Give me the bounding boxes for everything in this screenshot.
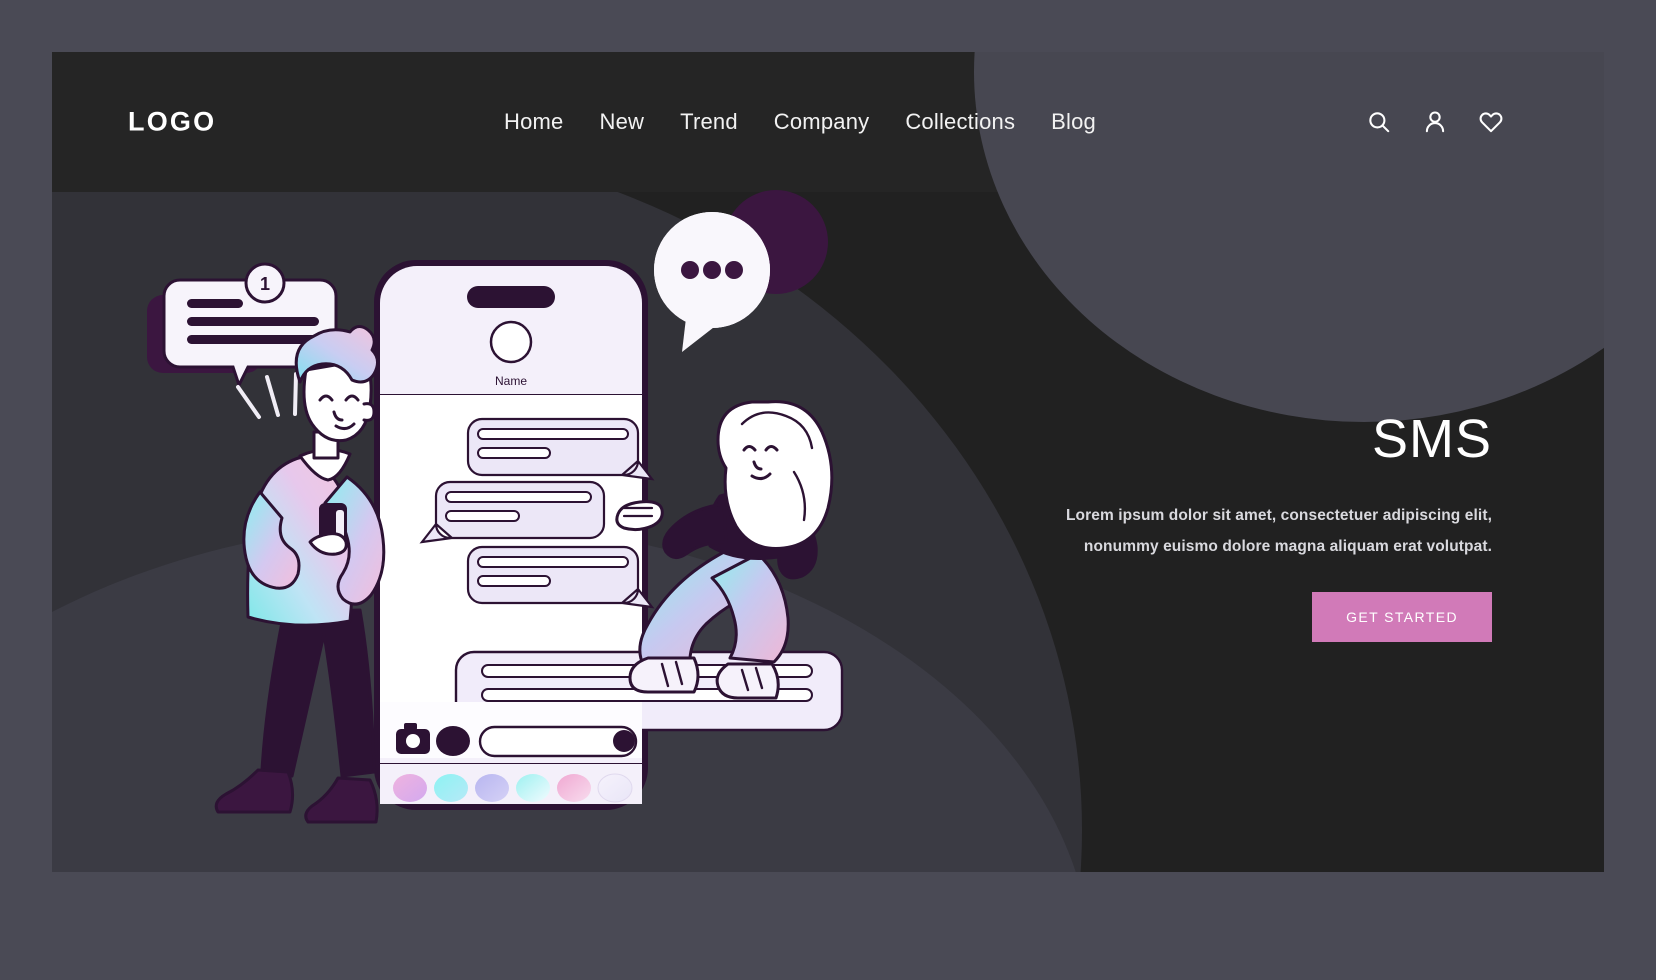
get-started-button[interactable]: GET STARTED xyxy=(1312,592,1492,642)
contact-name-label: Name xyxy=(495,374,527,388)
chat-bubble xyxy=(466,417,655,481)
heart-icon[interactable] xyxy=(1478,109,1504,135)
nav-item-trend[interactable]: Trend xyxy=(680,109,738,135)
character-left xyxy=(214,325,386,824)
attachment-button xyxy=(436,726,470,756)
chat-bubble xyxy=(419,480,606,544)
landing-page: 1 Name LOGO Home New Trend Company Colle… xyxy=(52,52,1604,872)
nav-item-blog[interactable]: Blog xyxy=(1051,109,1096,135)
svg-text:1: 1 xyxy=(260,274,270,294)
phone-notch xyxy=(467,286,555,308)
nav-item-collections[interactable]: Collections xyxy=(905,109,1015,135)
search-icon[interactable] xyxy=(1366,109,1392,135)
nav-item-company[interactable]: Company xyxy=(774,109,870,135)
user-icon[interactable] xyxy=(1422,109,1448,135)
motion-lines xyxy=(236,372,298,419)
hero-content: SMS Lorem ipsum dolor sit amet, consecte… xyxy=(1062,412,1492,642)
nav-item-new[interactable]: New xyxy=(600,109,645,135)
logo[interactable]: LOGO xyxy=(128,107,216,138)
site-header: LOGO Home New Trend Company Collections … xyxy=(52,52,1604,192)
contact-avatar xyxy=(489,320,533,364)
page-title: SMS xyxy=(1371,409,1492,469)
message-input xyxy=(478,725,638,758)
chat-bubble xyxy=(466,545,655,609)
main-navigation: Home New Trend Company Collections Blog xyxy=(504,109,1096,135)
nav-item-home[interactable]: Home xyxy=(504,109,564,135)
header-icon-group xyxy=(1366,109,1504,135)
hero-paragraph: Lorem ipsum dolor sit amet, consectetuer… xyxy=(1065,507,1492,555)
typing-bubble-group xyxy=(654,190,828,352)
screenshot-root: 1 Name LOGO Home New Trend Company Colle… xyxy=(0,0,1656,980)
